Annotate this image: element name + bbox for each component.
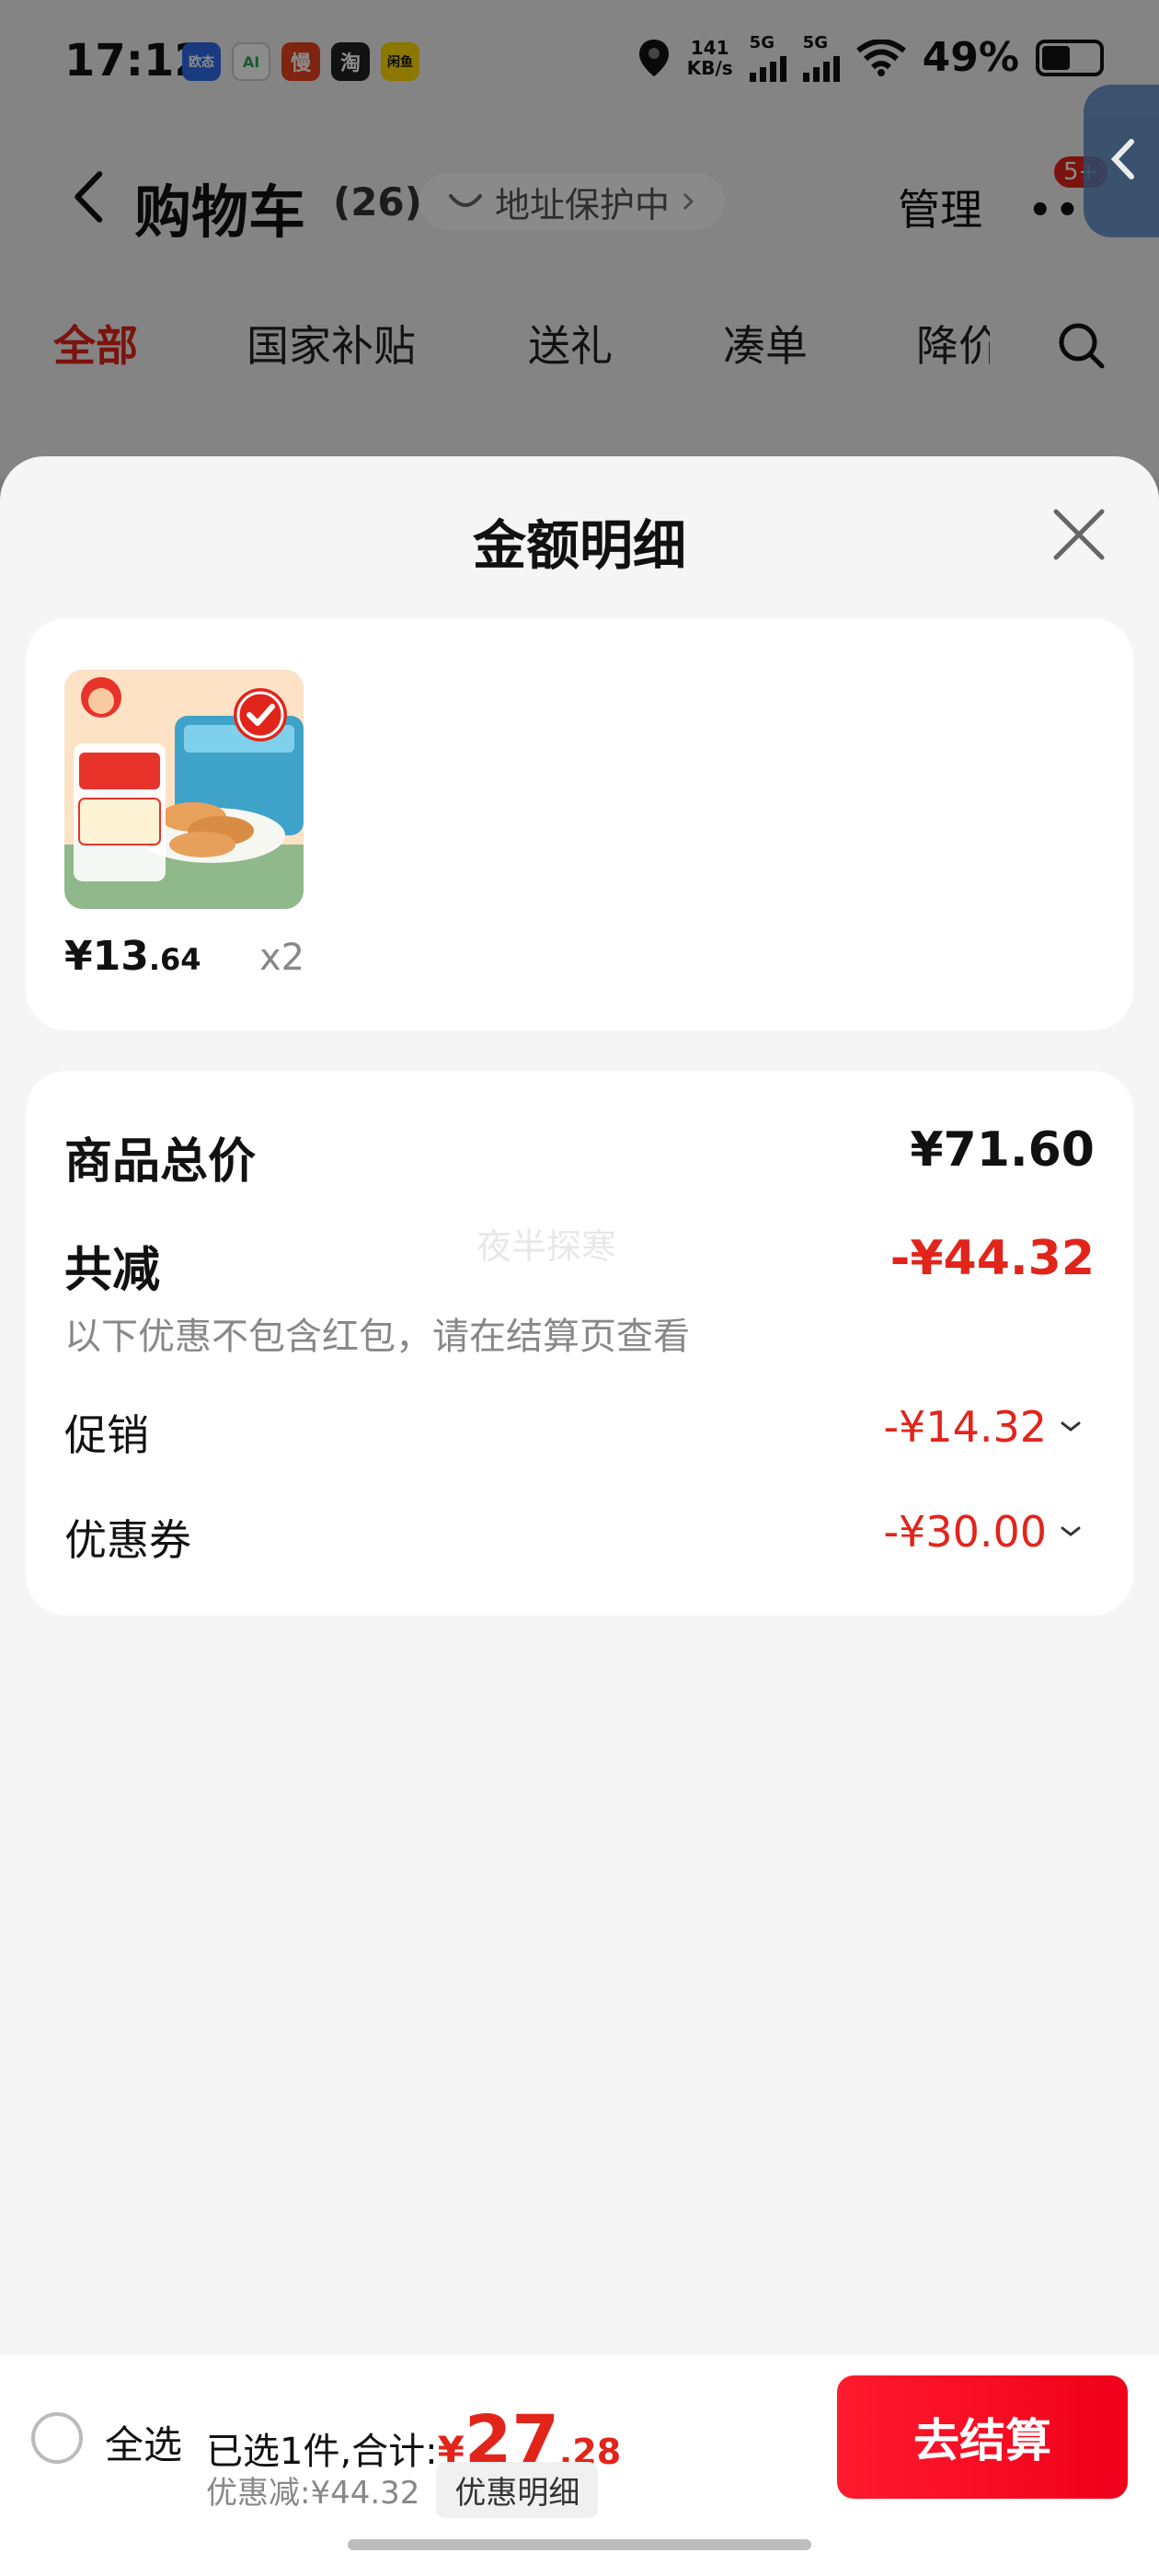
sheet-title: 金额明细 <box>472 514 686 577</box>
chevron-down-icon <box>1061 1421 1081 1432</box>
checkout-button[interactable]: 去结算 <box>837 2375 1128 2499</box>
product-price-int: ¥13 <box>64 933 149 980</box>
home-indicator[interactable] <box>348 2539 811 2550</box>
promotion-value-row[interactable]: -¥14.32 <box>883 1402 1082 1452</box>
coupon-value-row[interactable]: -¥30.00 <box>883 1507 1082 1557</box>
watermark: 夜半探寒 <box>476 1226 617 1267</box>
product-price-dec: .64 <box>148 942 201 977</box>
close-icon[interactable] <box>1050 506 1107 563</box>
discount-detail-button[interactable]: 优惠明细 <box>436 2462 599 2518</box>
promotion-label: 促销 <box>64 1410 149 1460</box>
promotion-value: -¥14.32 <box>883 1402 1047 1452</box>
chevron-left-icon <box>1110 139 1134 179</box>
product-image[interactable] <box>64 670 304 909</box>
amount-detail-sheet: 金额明细 ¥13.64 x2 夜半探寒 商品总价 ¥71.60 共减 -¥44.… <box>0 456 1159 2576</box>
product-price: ¥13.64 <box>64 933 201 980</box>
discount-summary: 优惠减:¥44.32 优惠明细 <box>206 2462 599 2518</box>
chevron-down-icon <box>1061 1526 1081 1536</box>
select-all-radio[interactable] <box>31 2412 83 2464</box>
checkout-bar: 全选 已选1件,合计: ¥ 27 .28 优惠减:¥44.32 优惠明细 去结算 <box>0 2355 1159 2576</box>
product-quantity: x2 <box>259 937 305 979</box>
product-card: ¥13.64 x2 <box>26 618 1133 1030</box>
price-breakdown-card: 夜半探寒 商品总价 ¥71.60 共减 -¥44.32 以下优惠不包含红包，请在… <box>26 1071 1133 1616</box>
modal-overlay[interactable] <box>0 0 1159 478</box>
total-price-label: 商品总价 <box>64 1134 257 1190</box>
total-reduction-value: -¥44.32 <box>889 1231 1095 1286</box>
side-floating-tab[interactable] <box>1084 85 1159 237</box>
total-reduction-label: 共减 <box>64 1243 161 1298</box>
product-selected-check-icon[interactable] <box>234 688 287 742</box>
discount-note: 以下优惠不包含红包，请在结算页查看 <box>64 1316 690 1358</box>
discount-amount: 优惠减:¥44.32 <box>206 2475 420 2512</box>
coupon-label: 优惠券 <box>64 1515 191 1565</box>
total-price-value: ¥71.60 <box>910 1122 1095 1178</box>
select-all-label[interactable]: 全选 <box>105 2414 182 2470</box>
coupon-value: -¥30.00 <box>883 1507 1047 1557</box>
